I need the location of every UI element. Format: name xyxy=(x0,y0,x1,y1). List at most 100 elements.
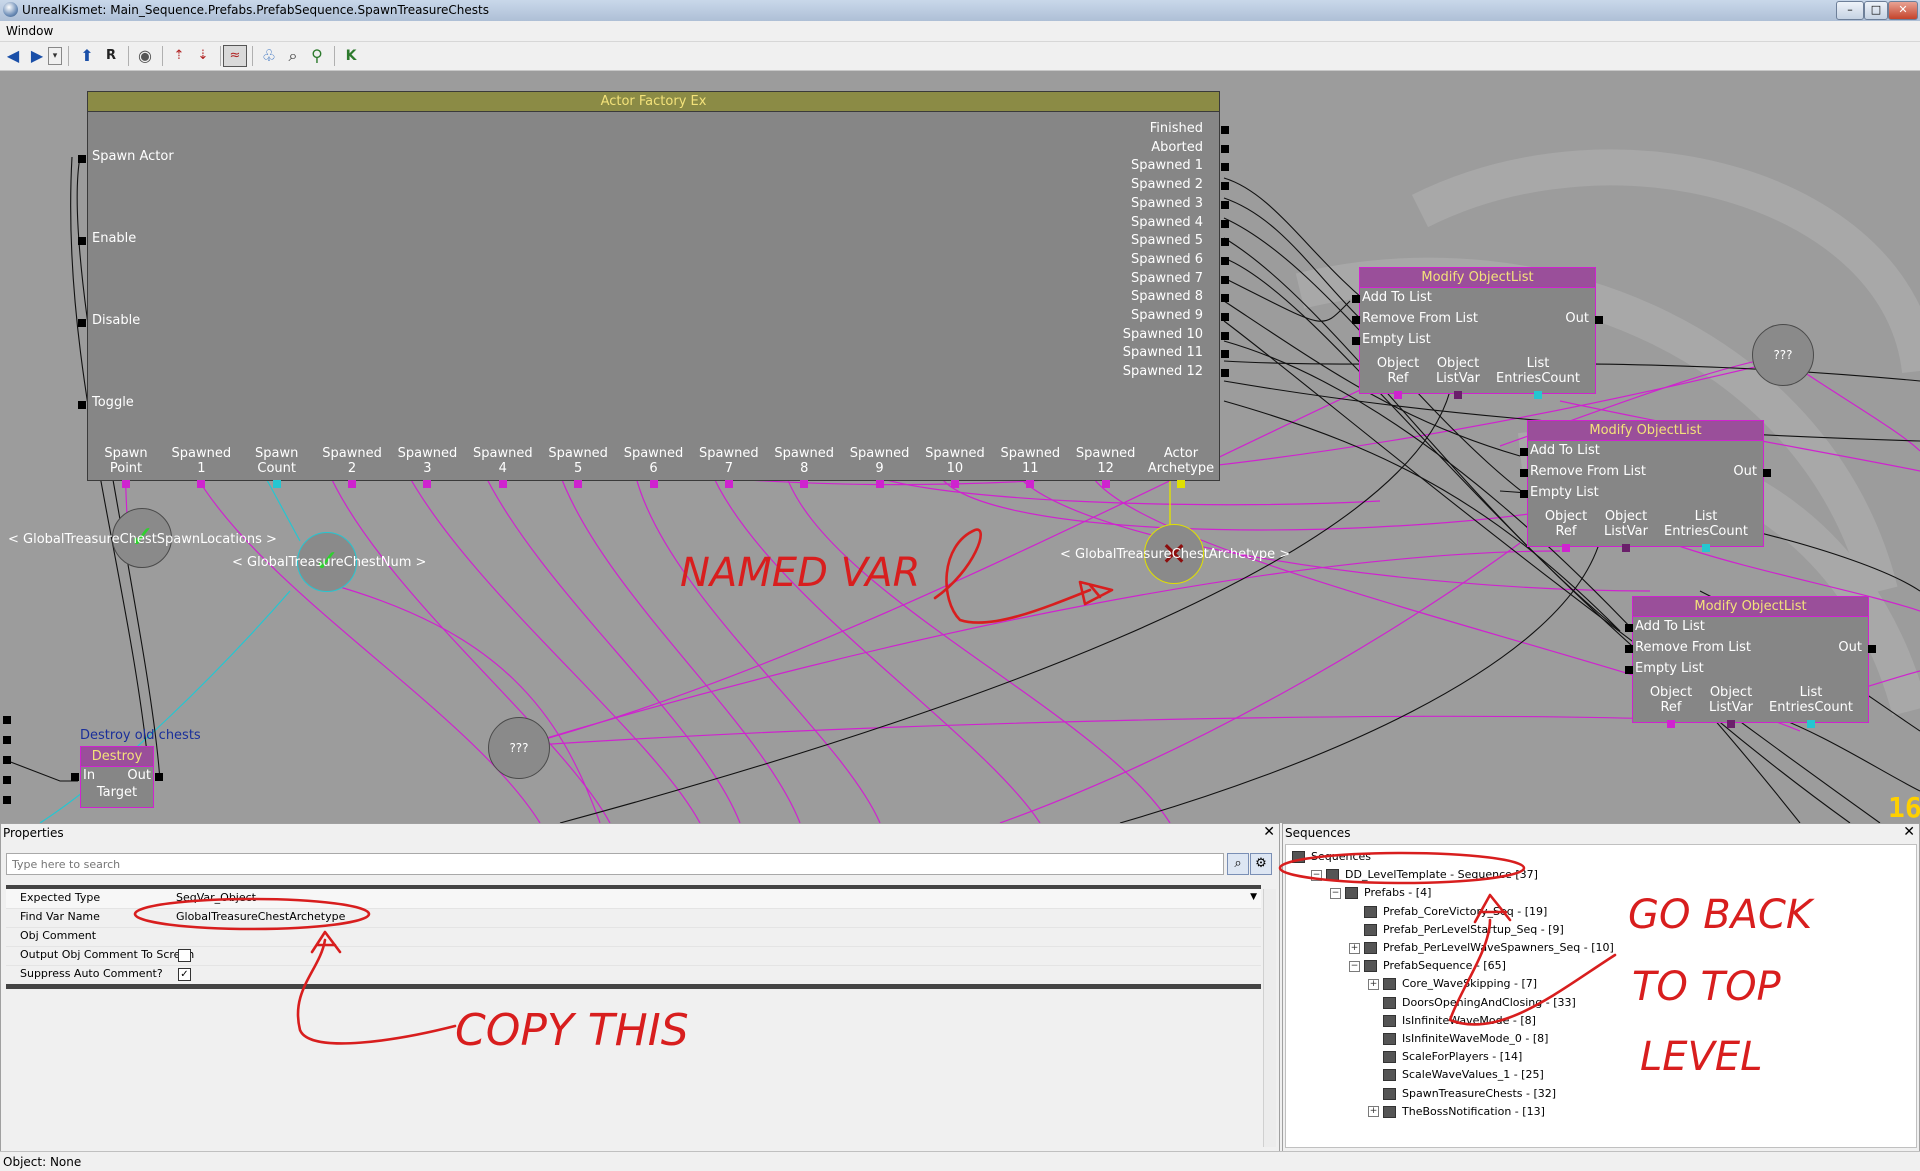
tree-item[interactable]: DoorsOpeningAndClosing - [33] xyxy=(1368,995,1576,1011)
tree-item[interactable]: − Prefabs - [4] xyxy=(1330,885,1431,901)
hide-connectors-icon[interactable]: ⇣ xyxy=(192,45,214,67)
parent-sequence-icon[interactable]: ⬆ xyxy=(76,45,98,67)
var-link-pin[interactable] xyxy=(1622,544,1630,552)
tree-item[interactable]: ScaleWaveValues_1 - [25] xyxy=(1368,1067,1544,1083)
var-link-pin[interactable] xyxy=(1702,544,1710,552)
expander-icon[interactable]: − xyxy=(1311,869,1322,881)
search-icon[interactable]: ⌕ xyxy=(1227,853,1249,875)
var-link-pin[interactable] xyxy=(574,480,583,488)
sequences-close-button[interactable]: ✕ xyxy=(1903,824,1915,840)
output-pin[interactable] xyxy=(1221,200,1229,209)
var-link-pin[interactable] xyxy=(1026,480,1035,488)
output-pin[interactable] xyxy=(1868,645,1876,653)
input-pin[interactable] xyxy=(1625,666,1633,674)
search-icon[interactable]: ⌕ xyxy=(282,45,304,67)
tree-item[interactable]: SpawnTreasureChests - [32] xyxy=(1368,1086,1556,1102)
input-pin-toggle[interactable] xyxy=(78,401,86,409)
tree-item[interactable]: Sequences xyxy=(1292,849,1371,865)
var-link-pin[interactable] xyxy=(348,480,357,488)
input-pin-disable[interactable] xyxy=(78,319,86,327)
view-options-icon[interactable]: ◉ xyxy=(134,45,156,67)
input-pin[interactable] xyxy=(1625,645,1633,653)
output-pin[interactable] xyxy=(1595,316,1603,324)
output-pin[interactable] xyxy=(1221,275,1229,284)
properties-search-box[interactable] xyxy=(6,853,1224,875)
var-link-pin[interactable] xyxy=(1454,391,1462,399)
kismet-debugger-icon[interactable]: K xyxy=(340,45,362,67)
expander-icon[interactable]: + xyxy=(1349,942,1360,954)
var-link-pin[interactable] xyxy=(950,480,959,488)
var-link-pin[interactable] xyxy=(1394,391,1402,399)
output-pin[interactable] xyxy=(1221,331,1229,340)
output-pin[interactable] xyxy=(1221,182,1229,191)
input-pin[interactable] xyxy=(1352,337,1360,345)
output-pin[interactable] xyxy=(1221,294,1229,303)
tree-item[interactable]: + Core_WaveSkipping - [7] xyxy=(1368,976,1537,992)
var-link-pin[interactable] xyxy=(875,480,884,488)
output-pin[interactable] xyxy=(1763,469,1771,477)
modify-objectlist-node[interactable]: Modify ObjectList Add To List Remove From … xyxy=(1520,420,1771,552)
var-link-pin[interactable] xyxy=(1667,720,1675,728)
tree-item[interactable]: Prefab_PerLevelStartup_Seq - [9] xyxy=(1349,922,1564,938)
tree-item[interactable]: IsInfiniteWaveMode - [8] xyxy=(1368,1013,1536,1029)
var-link-pin[interactable] xyxy=(1101,480,1110,488)
tree-item[interactable]: + TheBossNotification - [13] xyxy=(1368,1104,1545,1120)
lightbulb-icon[interactable]: ♧ xyxy=(258,45,280,67)
var-link-pin[interactable] xyxy=(423,480,432,488)
chevron-down-icon[interactable]: ▼ xyxy=(1250,892,1257,902)
output-pin[interactable] xyxy=(1221,238,1229,247)
forward-arrow-icon[interactable]: ▶ xyxy=(26,45,48,67)
curve-links-toggle-icon[interactable]: ≈ xyxy=(223,45,247,67)
input-pin[interactable] xyxy=(1352,295,1360,303)
var-link-pin[interactable] xyxy=(197,480,206,488)
close-window-button[interactable]: ✕ xyxy=(1888,1,1918,20)
output-pin[interactable] xyxy=(1221,350,1229,359)
destroy-out-pin[interactable] xyxy=(155,773,163,781)
modify-objectlist-node[interactable]: Modify ObjectList Add To List Remove From … xyxy=(1625,596,1876,728)
tree-item[interactable]: Prefab_CoreVictory_Seq - [19] xyxy=(1349,904,1547,920)
property-checkbox[interactable]: ✓ xyxy=(178,968,191,981)
tree-item[interactable]: − DD_LevelTemplate - Sequence [37] xyxy=(1311,867,1538,883)
input-pin[interactable] xyxy=(1520,490,1528,498)
find-references-icon[interactable]: ⚲ xyxy=(306,45,328,67)
var-link-pin[interactable] xyxy=(1534,391,1542,399)
property-row[interactable]: Find Var Name GlobalTreasureChestArchetyp… xyxy=(6,908,1261,928)
expander-icon[interactable]: + xyxy=(1368,978,1379,990)
output-pin[interactable] xyxy=(1221,144,1229,153)
var-link-pin[interactable] xyxy=(724,480,733,488)
unknown-variable-1[interactable]: ??? xyxy=(488,717,550,779)
var-link-pin[interactable] xyxy=(1807,720,1815,728)
property-checkbox[interactable] xyxy=(178,949,191,962)
expander-icon[interactable]: − xyxy=(1330,887,1341,899)
output-pin[interactable] xyxy=(1221,126,1229,134)
property-value[interactable]: SeqVar_Object xyxy=(176,891,256,904)
history-dropdown-icon[interactable]: ▾ xyxy=(48,47,62,65)
property-row[interactable]: Output Obj Comment To Screen xyxy=(6,946,1261,966)
property-row[interactable]: Expected Type SeqVar_Object ▼ xyxy=(6,889,1261,909)
var-link-pin[interactable] xyxy=(1177,480,1185,488)
var-link-pin[interactable] xyxy=(1727,720,1735,728)
destroy-in-pin[interactable] xyxy=(71,773,79,781)
tree-item[interactable]: IsInfiniteWaveMode_0 - [8] xyxy=(1368,1031,1548,1047)
var-link-pin[interactable] xyxy=(649,480,658,488)
output-pin[interactable] xyxy=(1221,369,1229,378)
modify-objectlist-node[interactable]: Modify ObjectList Add To List Remove From … xyxy=(1352,267,1603,399)
input-pin[interactable] xyxy=(1625,624,1633,632)
input-pin-enable[interactable] xyxy=(78,237,86,245)
expander-icon[interactable]: + xyxy=(1368,1106,1379,1118)
var-link-pin[interactable] xyxy=(498,480,507,488)
menu-window[interactable]: Window xyxy=(6,24,53,38)
var-link-pin[interactable] xyxy=(272,480,281,488)
actor-factory-ex-node[interactable]: Actor Factory Ex Spawn Actor Enable Disa… xyxy=(78,91,1229,488)
output-pin[interactable] xyxy=(1221,163,1229,172)
properties-scrollbar[interactable] xyxy=(1263,889,1276,1147)
back-arrow-icon[interactable]: ◀ xyxy=(2,45,24,67)
var-link-pin[interactable] xyxy=(1562,544,1570,552)
property-value[interactable]: GlobalTreasureChestArchetype xyxy=(176,910,345,923)
rename-sequence-icon[interactable]: R xyxy=(100,45,122,67)
kismet-graph-canvas[interactable]: Actor Factory Ex Spawn Actor Enable Disa… xyxy=(0,71,1920,823)
properties-close-button[interactable]: ✕ xyxy=(1263,824,1275,840)
search-options-icon[interactable]: ⚙ xyxy=(1250,853,1272,875)
output-pin[interactable] xyxy=(1221,313,1229,321)
expander-icon[interactable]: − xyxy=(1349,960,1360,972)
